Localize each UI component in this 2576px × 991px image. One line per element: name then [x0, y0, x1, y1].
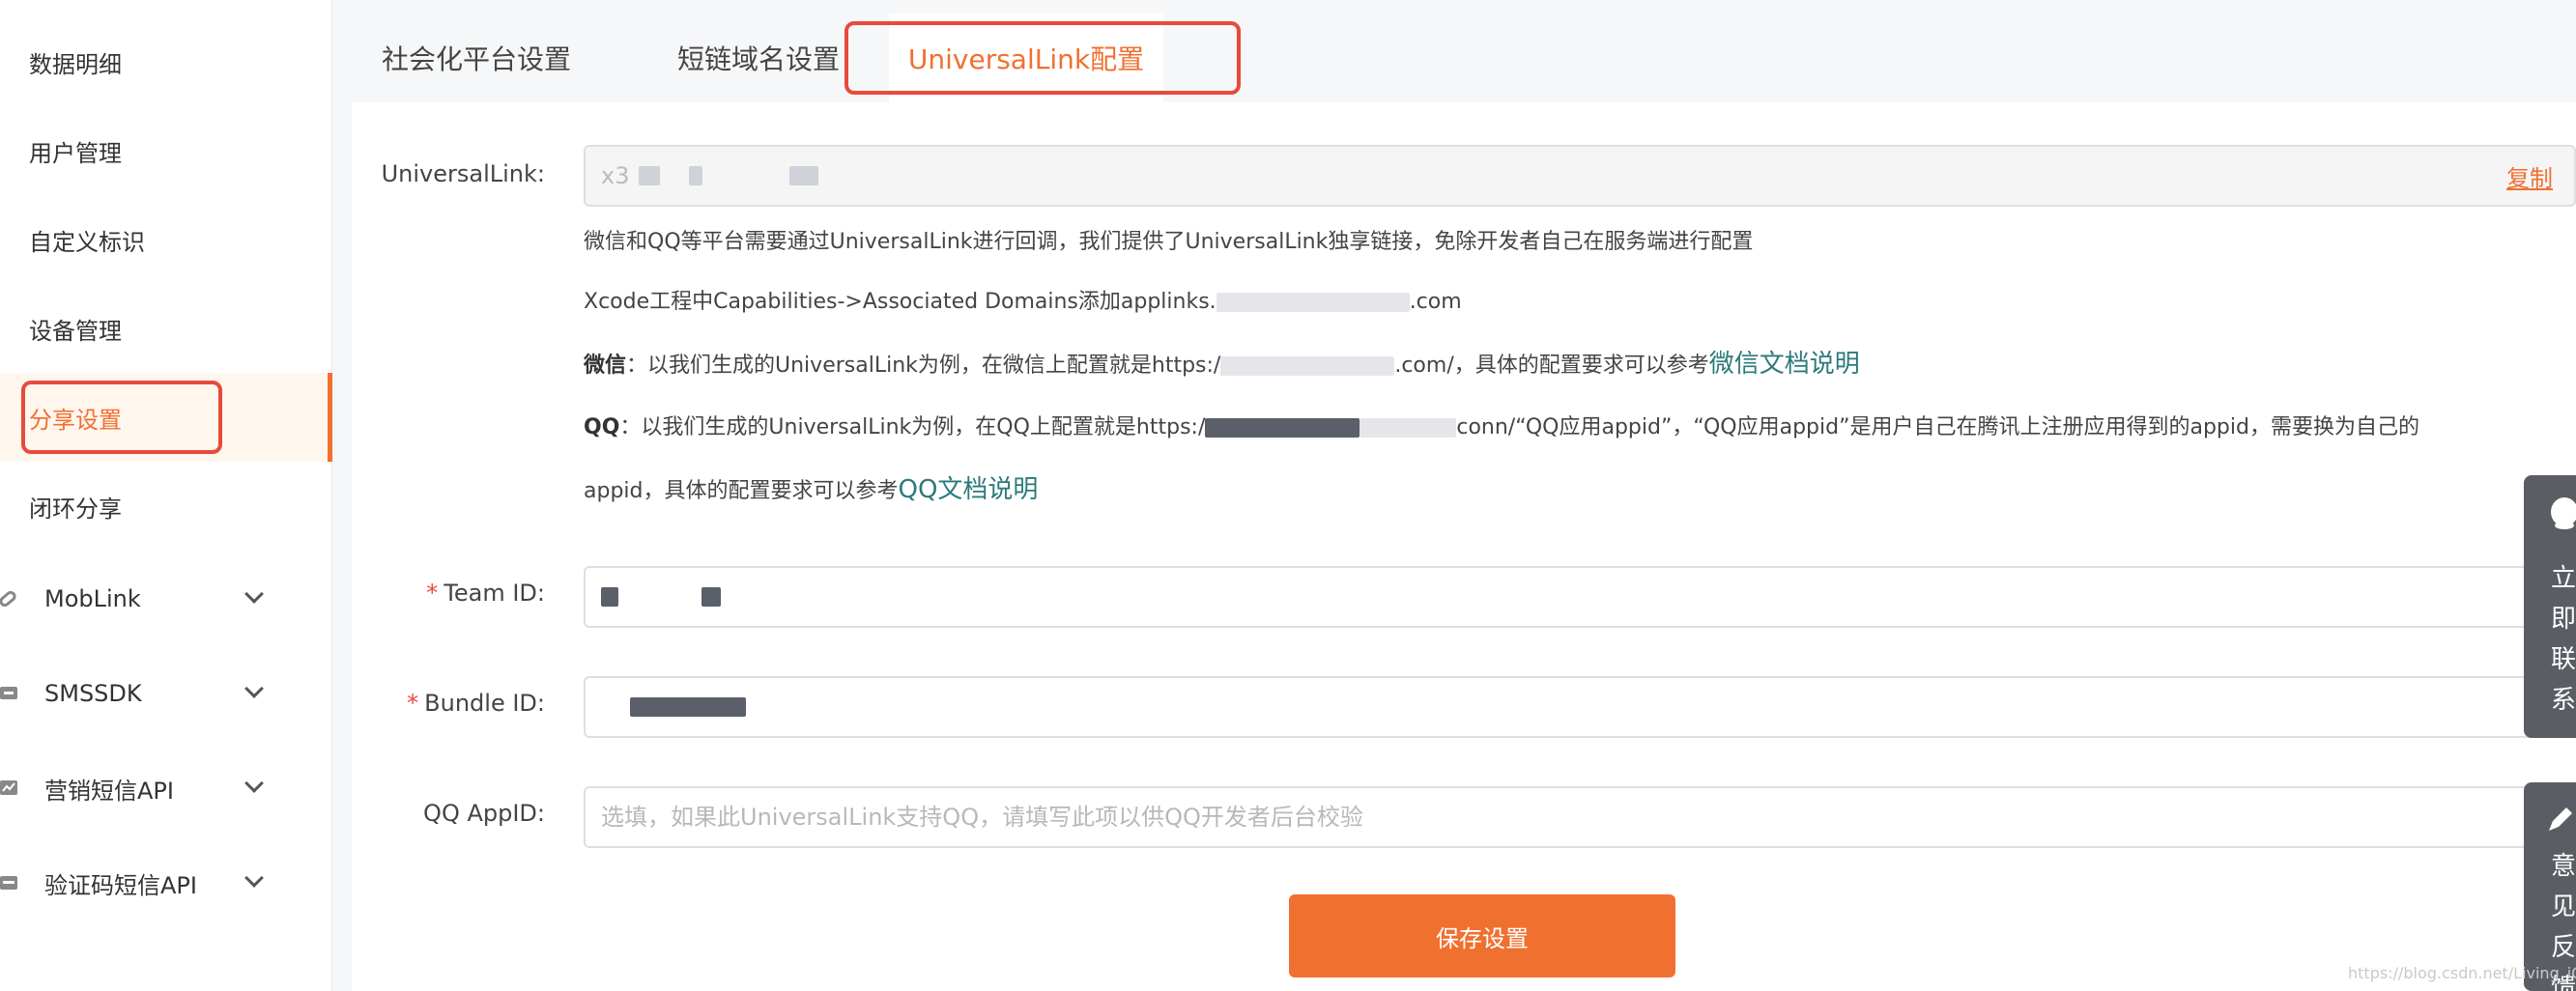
help-text: appid，具体的配置要求可以参考 — [584, 479, 899, 503]
required-mark: * — [426, 580, 439, 607]
chevron-down-icon — [244, 774, 264, 793]
bundle-id-label-text: Bundle ID: — [424, 690, 545, 717]
copy-link[interactable]: 复制 — [2506, 159, 2553, 193]
team-id-label-text: Team ID: — [444, 580, 545, 607]
redacted-block — [1205, 418, 1360, 438]
sidebar-item-custom-tag[interactable]: 自定义标识 — [0, 195, 332, 284]
sidebar-group-label: MobLink — [44, 585, 141, 612]
qq-appid-input[interactable] — [601, 804, 2574, 831]
sidebar-item-closed-loop-share[interactable]: 闭环分享 — [0, 462, 332, 551]
sidebar-group-label: 营销短信API — [44, 777, 174, 805]
help-label: QQ — [584, 415, 620, 439]
tab-label: 短链域名设置 — [676, 43, 840, 75]
redacted-block — [1220, 356, 1395, 376]
message-icon — [0, 687, 17, 699]
qq-doc-link[interactable]: QQ文档说明 — [899, 475, 1039, 504]
sidebar: 数据明细 用户管理 自定义标识 设备管理 分享设置 闭环分享 MobLink S… — [0, 0, 332, 991]
redacted-block — [689, 166, 703, 185]
redacted-block — [701, 587, 721, 607]
sidebar-item-data-detail[interactable]: 数据明细 — [0, 17, 332, 106]
redacted-block — [789, 166, 819, 185]
sidebar-group-marketing-sms-api[interactable]: 营销短信API — [0, 744, 332, 833]
help-line-qq: QQ：以我们生成的UniversalLink为例，在QQ上配置就是https:/… — [584, 410, 2419, 440]
help-text: ：以我们生成的UniversalLink为例，在QQ上配置就是https:/ — [619, 415, 1206, 439]
bundle-id-label: * Bundle ID: — [352, 690, 545, 717]
help-line-callback: 微信和QQ等平台需要通过UniversalLink进行回调，我们提供了Unive… — [584, 230, 1754, 254]
sidebar-item-label: 闭环分享 — [29, 495, 122, 523]
qq-appid-field[interactable] — [584, 786, 2576, 848]
universallink-label: UniversalLink: — [381, 160, 545, 187]
tab-short-domain-settings[interactable]: 短链域名设置 — [667, 14, 850, 102]
chevron-down-icon — [244, 679, 264, 698]
sidebar-item-user-management[interactable]: 用户管理 — [0, 106, 332, 195]
sidebar-item-label: 用户管理 — [29, 139, 122, 167]
team-id-label: * Team ID: — [352, 580, 545, 607]
chevron-down-icon — [244, 584, 264, 604]
sidebar-item-label: 设备管理 — [29, 317, 122, 345]
sidebar-group-smssdk[interactable]: SMSSDK — [0, 649, 332, 738]
redacted-block — [630, 697, 746, 717]
help-text: .com/，具体的配置要求可以参考 — [1394, 354, 1709, 378]
help-text: .com — [1409, 290, 1462, 314]
sidebar-group-label: SMSSDK — [44, 680, 142, 707]
watermark: https://blog.csdn.net/Living_iOS — [2348, 964, 2576, 982]
universallink-field: x3 复制 — [584, 145, 2576, 207]
float-contact-text: 立即联系 — [2551, 564, 2576, 715]
redacted-block — [1216, 293, 1410, 312]
link-icon — [0, 590, 16, 608]
bundle-id-input[interactable] — [584, 676, 2576, 738]
chevron-down-icon — [244, 868, 264, 888]
qq-appid-label: QQ AppID: — [423, 800, 545, 827]
help-label: 微信 — [584, 354, 627, 378]
tab-social-platform-settings[interactable]: 社会化平台设置 — [375, 14, 578, 102]
sidebar-item-device-management[interactable]: 设备管理 — [0, 284, 332, 373]
wechat-doc-link[interactable]: 微信文档说明 — [1709, 350, 1860, 379]
help-text: Xcode工程中Capabilities->Associated Domains… — [584, 290, 1216, 314]
highlight-box-share-settings — [21, 381, 222, 454]
redacted-block — [1360, 418, 1457, 438]
api-icon — [0, 876, 17, 890]
chart-icon — [0, 780, 17, 795]
qq-icon — [2551, 497, 2576, 529]
help-line-qq-cont: appid，具体的配置要求可以参考QQ文档说明 — [584, 469, 1038, 505]
tab-bar: 社会化平台设置 短链域名设置 UniversalLink配置 — [352, 0, 2576, 102]
help-line-xcode: Xcode工程中Capabilities->Associated Domains… — [584, 284, 1462, 315]
help-text: ：以我们生成的UniversalLink为例，在微信上配置就是https:/ — [626, 354, 1221, 378]
sidebar-group-moblink[interactable]: MobLink — [0, 554, 332, 643]
redacted-block — [639, 166, 661, 185]
team-id-input[interactable] — [584, 566, 2576, 628]
help-text: conn/“QQ应用appid”，“QQ应用appid”是用户自己在腾讯上注册应… — [1456, 415, 2419, 439]
help-line-wechat: 微信：以我们生成的UniversalLink为例，在微信上配置就是https:/… — [584, 344, 1860, 380]
highlight-box-universallink-tab — [844, 21, 1241, 95]
redacted-block — [601, 587, 618, 607]
sidebar-item-label: 自定义标识 — [29, 228, 145, 256]
save-settings-button[interactable]: 保存设置 — [1289, 894, 1675, 977]
required-mark: * — [407, 690, 419, 717]
universallink-value: x3 — [601, 162, 630, 189]
float-feedback-widget[interactable]: 意见反馈 — [2524, 782, 2576, 991]
sidebar-group-label: 验证码短信API — [44, 871, 197, 899]
main-content: UniversalLink: x3 复制 微信和QQ等平台需要通过Univers… — [352, 102, 2576, 991]
float-contact-widget[interactable]: 立即联系 — [2524, 475, 2576, 738]
sidebar-group-verification-sms-api[interactable]: 验证码短信API — [0, 838, 332, 927]
sidebar-item-label: 数据明细 — [29, 50, 122, 78]
tab-label: 社会化平台设置 — [381, 43, 571, 75]
pencil-icon — [2549, 807, 2572, 831]
